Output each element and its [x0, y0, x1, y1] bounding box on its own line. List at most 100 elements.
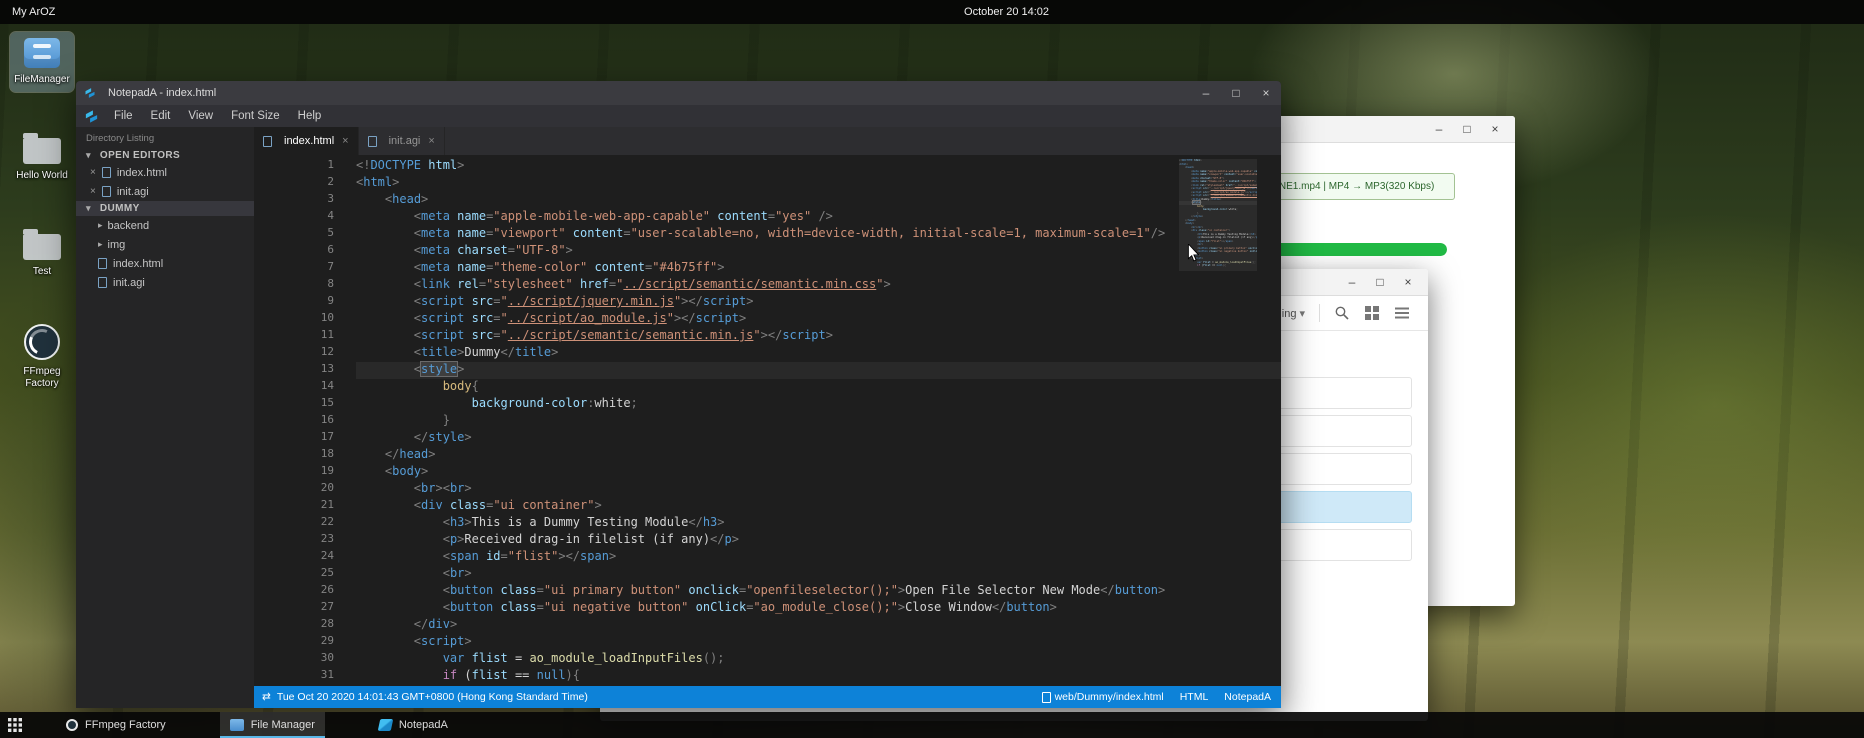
code-line: <meta name="viewport" content="user-scal…	[356, 226, 1281, 243]
notepada-minimize-button[interactable]: –	[1191, 81, 1221, 105]
code-line: <meta name="theme-color" content="#4b75f…	[356, 260, 1281, 277]
taskbar-items: FFmpeg Factory File Manager NotepadA	[56, 712, 502, 738]
code-line: <title>Dummy</title>	[356, 345, 1281, 362]
fm-maximize-button[interactable]: □	[1368, 272, 1392, 292]
line-number: 24	[254, 549, 350, 566]
taskbar-item-label: FFmpeg Factory	[85, 719, 166, 731]
line-number: 14	[254, 379, 350, 396]
list-view-icon[interactable]	[1394, 305, 1410, 321]
tree-item-index.html[interactable]: index.html	[76, 254, 254, 273]
line-number: 7	[254, 260, 350, 277]
close-icon[interactable]: ×	[342, 135, 348, 147]
grid-view-icon[interactable]	[1364, 305, 1380, 321]
tab-init.agi[interactable]: init.agi ×	[359, 127, 445, 155]
open-editor-label: index.html	[117, 167, 167, 179]
desktop-icon-file-manager[interactable]: FileManager	[10, 32, 74, 92]
minimap[interactable]: <!DOCTYPE html><html> <head> <meta name=…	[1179, 159, 1257, 686]
close-icon[interactable]: ×	[428, 135, 434, 147]
notepada-titlebar[interactable]: NotepadA - index.html – □ ×	[76, 81, 1281, 105]
ffmpeg-close-button[interactable]: ×	[1483, 119, 1507, 139]
aroz-menu[interactable]: My ArOZ	[12, 6, 55, 18]
taskbar-item-ffmpeg-factory[interactable]: FFmpeg Factory	[56, 712, 176, 738]
code-line: <html>	[356, 175, 1281, 192]
fm-close-button[interactable]: ×	[1396, 272, 1420, 292]
editor-tabbar: index.html × init.agi ×	[254, 127, 1281, 155]
menu-edit[interactable]: Edit	[142, 105, 180, 127]
notepada-close-button[interactable]: ×	[1251, 81, 1281, 105]
minimap-content: <!DOCTYPE html><html> <head> <meta name=…	[1179, 159, 1257, 268]
notepada-maximize-button[interactable]: □	[1221, 81, 1251, 105]
folder-section-dummy[interactable]: ▾ DUMMY	[76, 201, 254, 216]
notepada-window[interactable]: NotepadA - index.html – □ × FileEditView…	[76, 81, 1281, 708]
code-line: </head>	[356, 447, 1281, 464]
tab-index.html[interactable]: index.html ×	[254, 127, 359, 155]
desktop: My ArOZ October 20 14:02 FileManagerHell…	[0, 0, 1864, 738]
menu-view[interactable]: View	[179, 105, 222, 127]
taskbar-item-notepada[interactable]: NotepadA	[369, 712, 458, 738]
menu-help[interactable]: Help	[289, 105, 331, 127]
file-icon	[98, 258, 107, 269]
code-line: <br><br>	[356, 481, 1281, 498]
notepada-menubar: FileEditViewFont SizeHelp	[76, 105, 1281, 127]
line-number-gutter: 1234567891011121314151617181920212223242…	[254, 155, 350, 686]
line-number: 17	[254, 430, 350, 447]
close-icon[interactable]: ×	[90, 167, 96, 178]
tree-item-init.agi[interactable]: init.agi	[76, 273, 254, 292]
search-icon[interactable]	[1334, 305, 1350, 321]
tab-label: init.agi	[389, 135, 421, 147]
tree-item-img[interactable]: ▸img	[76, 235, 254, 254]
code-line: <body>	[356, 464, 1281, 481]
file-icon	[98, 277, 107, 288]
line-number: 5	[254, 226, 350, 243]
ffmpeg-minimize-button[interactable]: –	[1427, 119, 1451, 139]
open-editor-init.agi[interactable]: × init.agi	[76, 182, 254, 201]
desktop-icon-ffmpeg-factory[interactable]: FFmpeg Factory	[10, 318, 74, 396]
window-title: NotepadA - index.html	[108, 87, 216, 99]
menu-font-size[interactable]: Font Size	[222, 105, 289, 127]
file-icon	[1042, 692, 1051, 703]
desktop-icon-label: FileManager	[12, 74, 72, 86]
line-number: 22	[254, 515, 350, 532]
sync-icon: ⇄	[262, 691, 271, 703]
folder-icon	[23, 138, 61, 164]
tree-item-backend[interactable]: ▸ backend	[76, 216, 254, 235]
chevron-down-icon: ▾	[86, 150, 91, 161]
open-editors-section[interactable]: ▾ OPEN EDITORS	[76, 148, 254, 163]
close-icon[interactable]: ×	[90, 186, 96, 197]
folder-label: DUMMY	[100, 203, 140, 214]
desktop-icon-test[interactable]: Test	[10, 222, 74, 284]
tab-label: index.html	[284, 135, 334, 147]
open-editors-label: OPEN EDITORS	[100, 150, 180, 161]
desktop-icon-column: FileManager Hello World Test FFmpeg Factory	[10, 32, 74, 396]
code-line: </style>	[356, 430, 1281, 447]
code-line: </div>	[356, 617, 1281, 634]
code-editor[interactable]: 1234567891011121314151617181920212223242…	[254, 155, 1281, 686]
menu-file[interactable]: File	[105, 105, 142, 127]
line-number: 23	[254, 532, 350, 549]
code-content[interactable]: <!DOCTYPE html><html> <head> <meta name=…	[350, 155, 1281, 686]
open-editor-index.html[interactable]: × index.html	[76, 163, 254, 182]
circle-icon	[66, 719, 78, 731]
desktop-icon-label: Test	[12, 266, 72, 278]
tree-item-label: index.html	[113, 258, 163, 270]
file-icon	[368, 136, 377, 147]
chevron-right-icon: ▸	[98, 220, 103, 231]
statusbar-language: HTML	[1180, 691, 1209, 703]
start-menu-button[interactable]	[0, 712, 30, 738]
code-line: <button class="ui primary button" onclic…	[356, 583, 1281, 600]
code-line: if (flist == null){	[356, 668, 1281, 685]
desktop-icon-hello-world[interactable]: Hello World	[10, 126, 74, 188]
line-number: 20	[254, 481, 350, 498]
fm-minimize-button[interactable]: –	[1340, 272, 1364, 292]
taskbar-item-label: File Manager	[251, 719, 315, 731]
open-editor-label: init.agi	[117, 186, 149, 198]
ffmpeg-maximize-button[interactable]: □	[1455, 119, 1479, 139]
tree-item-label: backend	[108, 220, 150, 232]
taskbar-item-file-manager[interactable]: File Manager	[220, 712, 325, 738]
file-icon	[263, 136, 272, 147]
notepada-logo-icon	[84, 109, 99, 124]
open-editors-list: × index.html × init.agi	[76, 163, 254, 201]
line-number: 10	[254, 311, 350, 328]
code-line: <br>	[356, 566, 1281, 583]
code-line: <script src="../script/semantic/semantic…	[356, 328, 1281, 345]
